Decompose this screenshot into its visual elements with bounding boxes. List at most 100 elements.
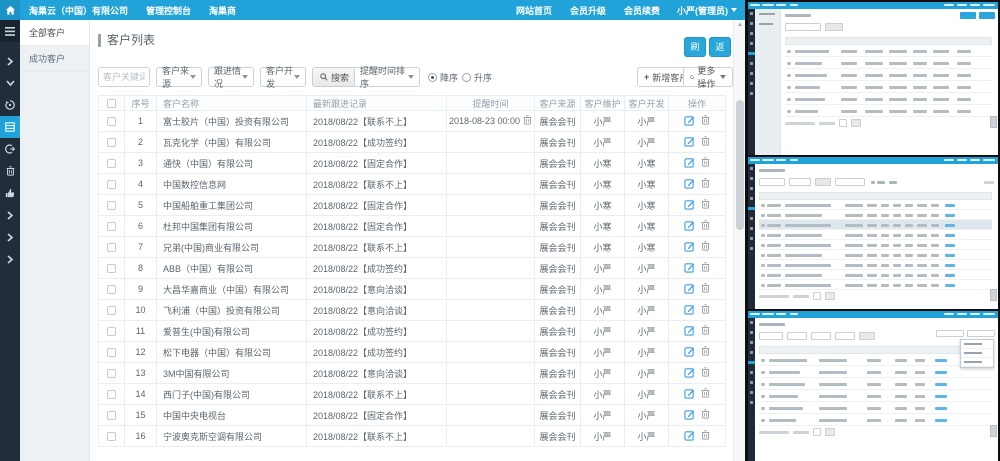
mini-input[interactable] bbox=[835, 332, 855, 340]
row-checkbox[interactable] bbox=[107, 369, 116, 378]
row-checkbox[interactable] bbox=[107, 432, 116, 441]
sort-desc-radio[interactable]: 降序 bbox=[428, 71, 458, 84]
delete-icon[interactable] bbox=[701, 199, 710, 211]
delete-icon[interactable] bbox=[701, 388, 710, 400]
sidebar-item-success-customers[interactable]: 成功客户 bbox=[20, 46, 89, 72]
mini-input[interactable] bbox=[785, 23, 821, 31]
edit-icon[interactable] bbox=[684, 178, 695, 191]
home-icon[interactable] bbox=[0, 0, 20, 20]
scrollbar-thumb[interactable] bbox=[736, 100, 744, 230]
user-menu[interactable]: 小严(管理员) bbox=[669, 0, 745, 20]
row-checkbox[interactable] bbox=[107, 243, 116, 252]
row-checkbox[interactable] bbox=[107, 138, 116, 147]
edit-icon[interactable] bbox=[684, 409, 695, 422]
chevron-down-icon[interactable] bbox=[0, 72, 20, 94]
sidebar-item-all-customers[interactable]: 全部客户 bbox=[20, 20, 89, 46]
mini-back-button[interactable] bbox=[979, 12, 995, 19]
edit-icon[interactable] bbox=[684, 115, 695, 128]
delete-icon[interactable] bbox=[701, 346, 710, 358]
keyword-input[interactable] bbox=[98, 67, 150, 87]
sort-select[interactable]: 提醒时间排序 bbox=[354, 67, 420, 87]
delete-icon[interactable] bbox=[701, 241, 710, 253]
edit-icon[interactable] bbox=[684, 220, 695, 233]
mini-input[interactable] bbox=[851, 119, 861, 127]
delete-icon[interactable] bbox=[701, 325, 710, 337]
thumbs-up-icon[interactable] bbox=[0, 182, 20, 204]
delete-icon[interactable] bbox=[701, 409, 710, 421]
row-checkbox[interactable] bbox=[107, 285, 116, 294]
history-icon[interactable] bbox=[0, 94, 20, 116]
row-checkbox[interactable] bbox=[107, 411, 116, 420]
row-checkbox[interactable] bbox=[107, 117, 116, 126]
mini-dropdown-item[interactable] bbox=[961, 358, 993, 367]
chevron-right-icon[interactable] bbox=[0, 204, 20, 226]
chevron-right-icon[interactable] bbox=[0, 226, 20, 248]
menu-icon[interactable] bbox=[0, 20, 20, 42]
followup-select[interactable]: 跟进情况 bbox=[208, 67, 254, 87]
delete-icon[interactable] bbox=[701, 430, 710, 442]
logout-icon[interactable] bbox=[0, 138, 20, 160]
edit-icon[interactable] bbox=[684, 262, 695, 275]
mini-input[interactable] bbox=[759, 332, 783, 340]
row-checkbox[interactable] bbox=[107, 264, 116, 273]
preview-thumbnail[interactable] bbox=[748, 2, 998, 155]
vertical-scrollbar[interactable]: ▲ bbox=[733, 20, 745, 461]
table-list-icon[interactable] bbox=[0, 116, 20, 138]
row-checkbox[interactable] bbox=[107, 201, 116, 210]
nav-member-renew[interactable]: 会员续费 bbox=[615, 0, 669, 20]
delete-icon[interactable] bbox=[701, 367, 710, 379]
mini-input[interactable] bbox=[825, 292, 835, 300]
mini-input[interactable] bbox=[825, 23, 843, 31]
row-checkbox[interactable] bbox=[107, 306, 116, 315]
row-checkbox[interactable] bbox=[107, 327, 116, 336]
delete-icon[interactable] bbox=[701, 283, 710, 295]
edit-icon[interactable] bbox=[684, 241, 695, 254]
mini-input[interactable] bbox=[813, 292, 821, 300]
chevron-right-icon[interactable] bbox=[0, 248, 20, 270]
more-actions-button[interactable]: 更多操作 bbox=[683, 67, 733, 87]
edit-icon[interactable] bbox=[684, 430, 695, 443]
chevron-right-icon[interactable] bbox=[0, 50, 20, 72]
back-button[interactable]: 返回 bbox=[709, 37, 731, 57]
search-button[interactable]: 搜索 bbox=[312, 67, 357, 87]
edit-icon[interactable] bbox=[684, 346, 695, 359]
edit-icon[interactable] bbox=[684, 157, 695, 170]
delete-icon[interactable] bbox=[701, 136, 710, 148]
edit-icon[interactable] bbox=[684, 388, 695, 401]
mini-dropdown-menu[interactable] bbox=[960, 339, 994, 368]
edit-icon[interactable] bbox=[684, 199, 695, 212]
edit-icon[interactable] bbox=[684, 136, 695, 149]
delete-remind-icon[interactable] bbox=[523, 115, 532, 127]
mini-input[interactable] bbox=[835, 178, 865, 186]
row-checkbox[interactable] bbox=[107, 348, 116, 357]
row-checkbox[interactable] bbox=[107, 180, 116, 189]
delete-icon[interactable] bbox=[701, 220, 710, 232]
mini-input[interactable] bbox=[789, 178, 811, 186]
nav-member-upgrade[interactable]: 会员升级 bbox=[561, 0, 615, 20]
source-select[interactable]: 客户来源 bbox=[156, 67, 202, 87]
mini-input[interactable] bbox=[839, 119, 847, 127]
row-checkbox[interactable] bbox=[107, 390, 116, 399]
edit-icon[interactable] bbox=[684, 283, 695, 296]
edit-icon[interactable] bbox=[684, 367, 695, 380]
mini-dropdown-item[interactable] bbox=[961, 349, 993, 358]
refresh-button[interactable]: 刷新 bbox=[684, 37, 706, 57]
select-all-checkbox[interactable] bbox=[107, 99, 116, 108]
edit-icon[interactable] bbox=[684, 325, 695, 338]
nav-company[interactable]: 淘巢云（中国）有限公司 bbox=[20, 0, 137, 20]
nav-console[interactable]: 管理控制台 bbox=[137, 0, 200, 20]
nav-site-home[interactable]: 网站首页 bbox=[507, 0, 561, 20]
mini-input[interactable] bbox=[825, 428, 835, 436]
preview-thumbnail[interactable] bbox=[748, 311, 998, 461]
mini-input[interactable] bbox=[787, 332, 807, 340]
nav-shop[interactable]: 淘巢商 bbox=[200, 0, 245, 20]
mini-add-button[interactable] bbox=[936, 330, 964, 337]
mini-scroll-thumb[interactable] bbox=[990, 289, 997, 301]
mini-scroll-thumb[interactable] bbox=[990, 425, 997, 437]
mini-input[interactable] bbox=[759, 178, 785, 186]
develop-select[interactable]: 客户开发 bbox=[260, 67, 306, 87]
mini-input[interactable] bbox=[815, 178, 831, 186]
row-checkbox[interactable] bbox=[107, 222, 116, 231]
mini-dropdown-item[interactable] bbox=[961, 340, 993, 349]
delete-icon[interactable] bbox=[701, 178, 710, 190]
